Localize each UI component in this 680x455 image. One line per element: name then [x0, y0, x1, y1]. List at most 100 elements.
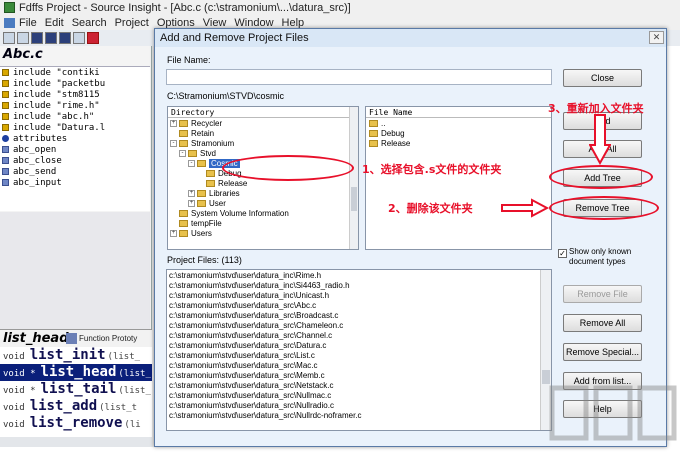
directory-item[interactable]: System Volume Information	[168, 208, 358, 218]
project-file-row[interactable]: c:\stramonium\stvd\user\datura_src\Nullm…	[167, 391, 551, 401]
expand-icon[interactable]: +	[188, 189, 195, 197]
symbol-item[interactable]: abc_close	[0, 155, 150, 166]
project-files-items: c:\stramonium\stvd\user\datura_inc\Rime.…	[167, 270, 551, 421]
context-line[interactable]: void * list_tail (list_	[0, 381, 152, 398]
directory-item[interactable]: tempFile	[168, 218, 358, 228]
project-file-row[interactable]: c:\stramonium\stvd\user\datura_src\Broad…	[167, 311, 551, 321]
arrow-right-icon	[501, 198, 550, 218]
project-file-row[interactable]: c:\stramonium\stvd\user\datura_src\Netst…	[167, 381, 551, 391]
symbol-item[interactable]: include "stm8115	[0, 89, 150, 100]
menu-edit[interactable]: Edit	[45, 17, 64, 29]
remove-all-button[interactable]: Remove All	[563, 314, 642, 332]
expand-icon[interactable]: +	[188, 199, 195, 207]
remove-special-button[interactable]: Remove Special...	[563, 343, 642, 361]
context-lines[interactable]: void list_init (list_ void * list_head (list_…	[0, 347, 152, 437]
menu-file[interactable]: File	[19, 17, 37, 29]
directory-item[interactable]: + User	[168, 198, 358, 208]
file-entry[interactable]: ..	[366, 118, 551, 128]
folder-icon	[188, 149, 197, 157]
symbol-item[interactable]: attributes	[0, 133, 150, 144]
directory-item[interactable]: Retain	[168, 128, 358, 138]
symbol-label: abc_input	[13, 177, 62, 188]
symbol-item[interactable]: include "abc.h"	[0, 111, 150, 122]
expand-icon[interactable]: +	[170, 229, 177, 237]
directory-item[interactable]: - Stramonium	[168, 138, 358, 148]
symbol-item[interactable]: include "Datura.l	[0, 122, 150, 133]
file-entry-label: ..	[381, 118, 386, 128]
symbol-item[interactable]: abc_input	[0, 177, 150, 188]
menu-help[interactable]: Help	[282, 17, 305, 29]
return-type: void	[3, 403, 25, 413]
file-entry[interactable]: Debug	[366, 128, 551, 138]
project-file-row[interactable]: c:\stramonium\stvd\user\datura_src\Memb.…	[167, 371, 551, 381]
project-file-row[interactable]: c:\stramonium\stvd\user\datura_inc\Rime.…	[167, 271, 551, 281]
folder-icon	[197, 199, 206, 207]
project-file-row[interactable]: c:\stramonium\stvd\user\datura_src\Datur…	[167, 341, 551, 351]
symbol-item[interactable]: include "packetbu	[0, 78, 150, 89]
directory-item[interactable]: + Recycler	[168, 118, 358, 128]
close-file-icon[interactable]	[59, 32, 71, 44]
collapse-icon[interactable]: -	[188, 159, 195, 167]
project-file-row[interactable]: c:\stramonium\stvd\user\datura_src\List.…	[167, 351, 551, 361]
dialog-title-bar: Add and Remove Project Files	[155, 29, 666, 47]
menu-window[interactable]: Window	[234, 17, 273, 29]
close-icon[interactable]: ✕	[649, 31, 664, 44]
symbol-label: include "stm8115	[13, 89, 100, 100]
symbol-item[interactable]: include "rime.h"	[0, 100, 150, 111]
file-entry[interactable]: Release	[366, 138, 551, 148]
context-line[interactable]: void * list_head (list_	[0, 364, 152, 381]
close-button[interactable]: Close	[563, 69, 642, 87]
context-line[interactable]: void list_init (list_	[0, 347, 152, 364]
save-all-icon[interactable]	[45, 32, 57, 44]
symbol-label: include "Datura.l	[13, 122, 106, 133]
project-file-row[interactable]: c:\stramonium\stvd\user\datura_src\Mac.c	[167, 361, 551, 371]
function-name: list_add	[29, 398, 98, 414]
collapse-icon[interactable]: -	[170, 139, 177, 147]
menu-options[interactable]: Options	[157, 17, 195, 29]
project-files-list[interactable]: c:\stramonium\stvd\user\datura_inc\Rime.…	[166, 269, 552, 431]
directory-item[interactable]: + Users	[168, 228, 358, 238]
show-only-known-checkbox[interactable]: ✓	[558, 249, 567, 258]
symbol-list[interactable]: include "contiki include "packetbu include…	[0, 66, 150, 211]
folder-icon	[369, 119, 378, 127]
project-file-row[interactable]: c:\stramonium\stvd\user\datura_src\Abc.c	[167, 301, 551, 311]
symbol-item[interactable]: abc_send	[0, 166, 150, 177]
file-list[interactable]: File Name .. Debug Release	[365, 106, 552, 250]
expand-icon[interactable]: +	[170, 119, 177, 127]
context-subtitle: Function Prototy	[79, 334, 138, 343]
menu-search[interactable]: Search	[72, 17, 107, 29]
context-line[interactable]: void list_remove (li	[0, 415, 152, 432]
file-name-input[interactable]	[166, 69, 552, 85]
menu-project[interactable]: Project	[115, 17, 149, 29]
project-files-label: Project Files: (113)	[167, 255, 242, 265]
project-file-row[interactable]: c:\stramonium\stvd\user\datura_inc\Si446…	[167, 281, 551, 291]
symbol-item[interactable]: abc_open	[0, 144, 150, 155]
project-file-row[interactable]: c:\stramonium\stvd\user\datura_src\Chann…	[167, 331, 551, 341]
directory-scrollbar[interactable]	[349, 107, 358, 249]
symbol-item[interactable]: include "contiki	[0, 67, 150, 78]
print-icon[interactable]	[73, 32, 85, 44]
function-args: (li	[124, 420, 141, 430]
symbol-label: include "contiki	[13, 67, 100, 78]
open-file-icon[interactable]	[17, 32, 29, 44]
collapse-icon[interactable]: -	[179, 149, 186, 157]
project-file-row[interactable]: c:\stramonium\stvd\user\datura_src\Nullr…	[167, 411, 551, 421]
directory-label: Libraries	[209, 188, 240, 198]
directory-item[interactable]: + Libraries	[168, 188, 358, 198]
return-type: void *	[3, 369, 36, 379]
menu-view[interactable]: View	[203, 17, 227, 29]
project-file-row[interactable]: c:\stramonium\stvd\user\datura_src\Chame…	[167, 321, 551, 331]
folder-icon	[179, 129, 188, 137]
folder-icon	[179, 139, 188, 147]
remove-file-button[interactable]: Remove File	[563, 285, 642, 303]
cut-icon[interactable]	[87, 32, 99, 44]
include-icon	[2, 69, 9, 76]
project-file-row[interactable]: c:\stramonium\stvd\user\datura_inc\Unica…	[167, 291, 551, 301]
menu-icon[interactable]	[4, 17, 15, 28]
project-file-row[interactable]: c:\stramonium\stvd\user\datura_src\Nullr…	[167, 401, 551, 411]
folder-icon	[369, 139, 378, 147]
save-icon[interactable]	[31, 32, 43, 44]
function-args: (list_	[107, 352, 141, 362]
context-line[interactable]: void list_add (list_t	[0, 398, 152, 415]
new-file-icon[interactable]	[3, 32, 15, 44]
